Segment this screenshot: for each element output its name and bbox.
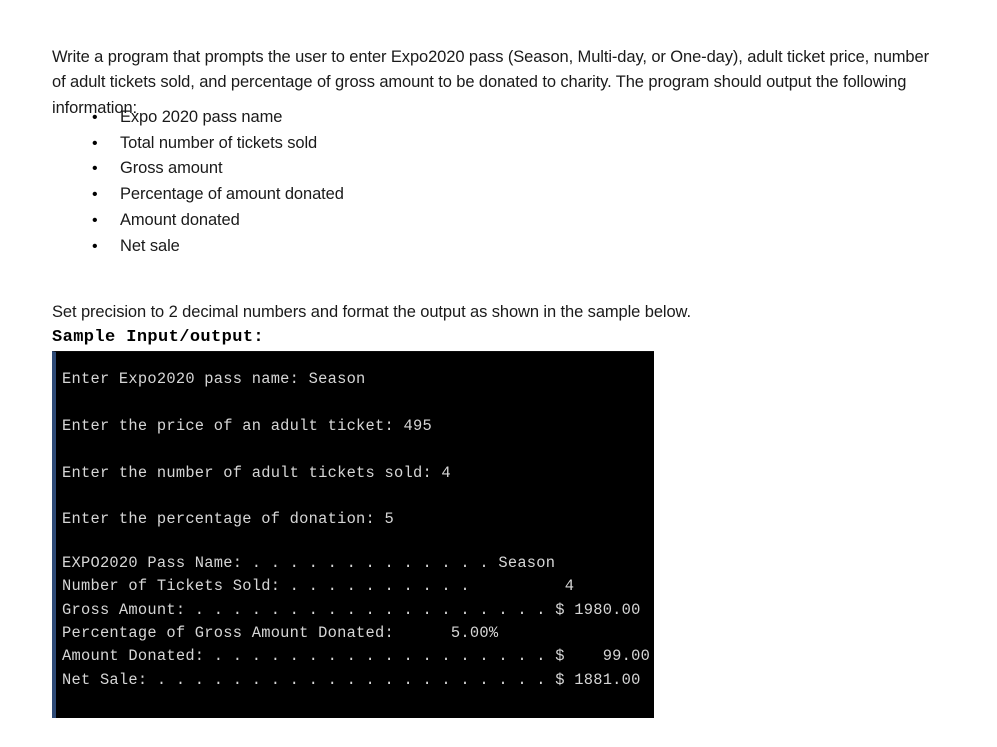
output-requirements-list: • Expo 2020 pass name • Total number of … — [52, 105, 552, 259]
list-item-label: Expo 2020 pass name — [120, 108, 283, 126]
console-inner: Enter Expo2020 pass name: Season Enter t… — [62, 356, 654, 718]
console-line: Enter the percentage of donation: 5 — [62, 510, 395, 529]
bullet-icon: • — [92, 237, 98, 255]
list-item: • Total number of tickets sold — [52, 131, 552, 157]
console-output-panel: Enter Expo2020 pass name: Season Enter t… — [52, 351, 654, 718]
console-line: Enter the number of adult tickets sold: … — [62, 463, 451, 482]
bullet-icon: • — [92, 211, 98, 229]
list-item-label: Amount donated — [120, 210, 240, 229]
list-item: • Amount donated — [52, 208, 552, 234]
bullet-icon: • — [92, 160, 98, 178]
console-line: Enter the price of an adult ticket: 495 — [62, 416, 432, 435]
bullet-icon: • — [92, 186, 98, 204]
list-item: • Expo 2020 pass name — [52, 105, 552, 131]
precision-note: Set precision to 2 decimal numbers and f… — [52, 302, 691, 321]
list-item-label: Percentage of amount donated — [120, 185, 344, 204]
sample-io-heading: Sample Input/output: — [52, 328, 265, 347]
list-item-label: Total number of tickets sold — [120, 133, 318, 152]
worksheet-page: Write a program that prompts the user to… — [0, 0, 997, 747]
console-report-section: EXPO2020 Pass Name: . . . . . . . . . . … — [62, 552, 654, 692]
list-item-label: Net sale — [120, 236, 180, 255]
list-item-label: Gross amount — [120, 159, 223, 178]
bullet-icon: • — [92, 109, 98, 126]
console-line: Enter Expo2020 pass name: Season — [62, 370, 366, 388]
console-input-section: Enter Expo2020 pass name: Season Enter t… — [62, 356, 654, 543]
console-report-text: EXPO2020 Pass Name: . . . . . . . . . . … — [62, 554, 651, 689]
list-item: • Gross amount — [52, 156, 552, 182]
list-item: • Percentage of amount donated — [52, 182, 552, 208]
bullet-icon: • — [92, 134, 98, 152]
list-item: • Net sale — [52, 234, 552, 260]
